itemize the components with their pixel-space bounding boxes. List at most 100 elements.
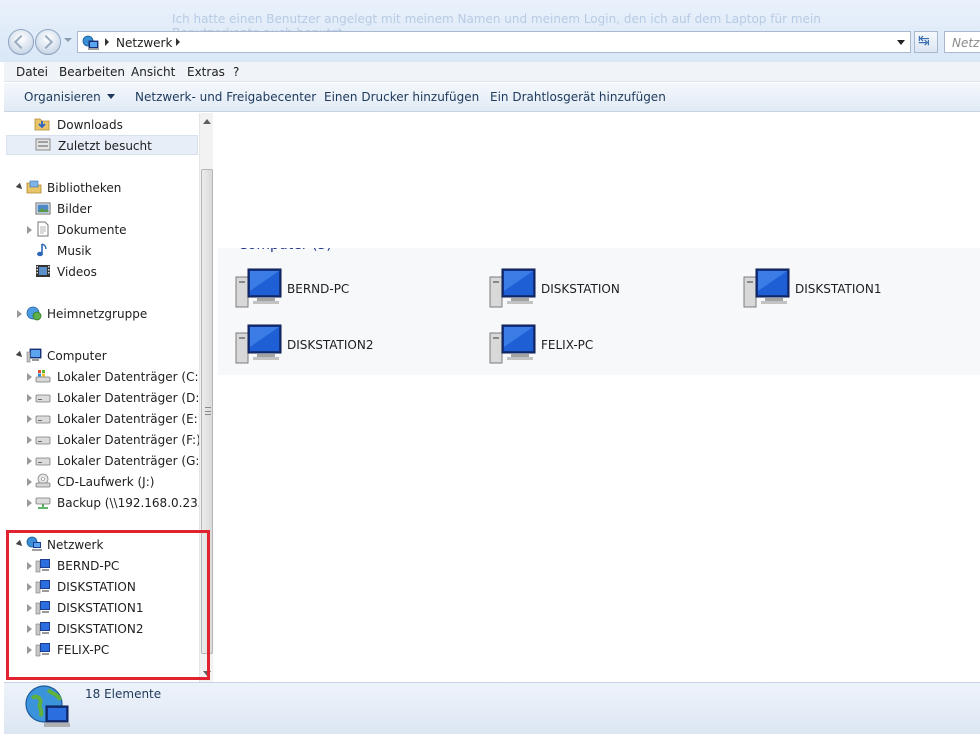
music-note-icon <box>37 243 47 257</box>
nav-item-homegroup[interactable]: Heimnetzgruppe <box>4 304 198 324</box>
forward-button[interactable] <box>35 29 61 55</box>
computer-tile-diskstation1[interactable]: DISKSTATION1 <box>743 267 963 311</box>
menu-datei[interactable]: Datei <box>16 65 48 79</box>
expand-arrow-icon[interactable] <box>27 373 32 381</box>
computer-icon <box>26 348 42 363</box>
content-area: Computer (5) BERND-PC DISKSTATION <box>214 113 980 682</box>
network-computer-icon <box>235 324 282 364</box>
grip-icon <box>205 407 211 415</box>
background-text-line-1: Ich hatte einen Benutzer angelegt mit me… <box>172 12 821 26</box>
expand-arrow-icon[interactable] <box>17 310 22 318</box>
expand-arrow-icon[interactable] <box>15 182 25 192</box>
computer-group-header[interactable]: Computer (5) <box>234 237 354 253</box>
nav-label-drive-e: Lokaler Datenträger (E:) <box>57 412 200 426</box>
network-computer-icon <box>489 268 536 308</box>
nav-item-computer[interactable]: Computer <box>4 346 198 366</box>
computer-tile-bernd-pc[interactable]: BERND-PC <box>235 267 455 311</box>
organize-label: Organisieren <box>24 90 101 104</box>
documents-icon <box>37 221 49 237</box>
nav-item-libraries[interactable]: Bibliotheken <box>4 178 198 198</box>
search-input[interactable]: Netzw <box>944 31 980 53</box>
nav-label-pictures: Bilder <box>57 202 92 216</box>
nav-item-cd-drive[interactable]: CD-Laufwerk (J:) <box>4 472 198 492</box>
nav-item-drive-f[interactable]: Lokaler Datenträger (F:) <box>4 430 200 450</box>
computer-label-diskstation: DISKSTATION <box>541 282 620 296</box>
hard-drive-icon <box>35 394 51 403</box>
nav-label-recent: Zuletzt besucht <box>58 139 152 153</box>
nav-label-documents: Dokumente <box>57 223 127 237</box>
breadcrumb-separator-icon[interactable] <box>176 38 180 46</box>
expand-arrow-icon[interactable] <box>27 457 32 465</box>
search-placeholder: Netzw <box>952 36 980 50</box>
videos-film-icon <box>36 265 50 277</box>
add-printer-button[interactable]: Einen Drucker hinzufügen <box>324 90 479 104</box>
nav-label-homegroup: Heimnetzgruppe <box>47 307 148 321</box>
network-center-button[interactable]: Netzwerk- und Freigabecenter <box>135 90 316 104</box>
expand-arrow-icon[interactable] <box>27 394 32 402</box>
group-header-mask <box>234 237 354 248</box>
nav-label-drive-c: Lokaler Datenträger (C:) <box>57 370 200 384</box>
computer-tile-felix-pc[interactable]: FELIX-PC <box>489 323 709 367</box>
organize-button[interactable]: Organisieren <box>24 90 115 104</box>
hard-drive-icon <box>35 415 51 424</box>
expand-arrow-icon[interactable] <box>27 499 32 507</box>
status-bar: 18 Elemente <box>4 682 980 734</box>
libraries-icon <box>26 180 42 194</box>
system-drive-icon <box>35 370 51 383</box>
pictures-icon <box>35 202 51 215</box>
nav-item-drive-g[interactable]: Lokaler Datenträger (G:) <box>4 451 200 471</box>
nav-label-drive-g: Lokaler Datenträger (G:) <box>57 454 200 468</box>
nav-label-cd-drive: CD-Laufwerk (J:) <box>57 475 155 489</box>
back-arrow-icon <box>13 34 29 50</box>
nav-label-backup-drive: Backup (\\192.168.0.233) (Z <box>57 496 200 510</box>
nav-item-backup-drive[interactable]: Backup (\\192.168.0.233) (Z <box>4 493 200 513</box>
menu-ansicht[interactable]: Ansicht <box>131 65 175 79</box>
breadcrumb-netzwerk[interactable]: Netzwerk <box>116 36 172 50</box>
nav-item-drive-e[interactable]: Lokaler Datenträger (E:) <box>4 409 200 429</box>
nav-label-drive-f: Lokaler Datenträger (F:) <box>57 433 200 447</box>
refresh-icon: ↹ <box>918 33 930 49</box>
add-wireless-device-button[interactable]: Ein Drahtlosgerät hinzufügen <box>490 90 666 104</box>
homegroup-icon <box>26 306 42 321</box>
expand-arrow-icon[interactable] <box>27 478 32 486</box>
nav-item-recent[interactable]: Zuletzt besucht <box>6 135 198 155</box>
network-computer-icon <box>743 268 790 308</box>
computer-label-diskstation1: DISKSTATION1 <box>795 282 882 296</box>
nav-label-computer: Computer <box>47 349 107 363</box>
cd-drive-icon <box>35 473 51 488</box>
nav-label-videos: Videos <box>57 265 97 279</box>
highlight-box <box>6 530 210 680</box>
scroll-up-icon[interactable] <box>203 119 211 124</box>
computer-label-felix-pc: FELIX-PC <box>541 338 594 352</box>
menu-help[interactable]: ? <box>233 65 239 79</box>
recent-pages-dropdown[interactable] <box>64 38 72 42</box>
expand-arrow-icon[interactable] <box>15 350 25 360</box>
computer-tile-diskstation2[interactable]: DISKSTATION2 <box>235 323 455 367</box>
menu-bearbeiten[interactable]: Bearbeiten <box>59 65 125 79</box>
expand-arrow-icon[interactable] <box>27 226 32 234</box>
breadcrumb-separator-icon[interactable] <box>105 38 109 46</box>
refresh-button[interactable]: ↹ <box>914 31 938 53</box>
recent-places-icon <box>35 138 51 151</box>
nav-item-downloads[interactable]: Downloads <box>4 115 198 135</box>
nav-item-documents[interactable]: Dokumente <box>4 220 198 240</box>
nav-item-drive-c[interactable]: Lokaler Datenträger (C:) <box>4 367 200 387</box>
back-button[interactable] <box>8 29 34 55</box>
forward-arrow-icon <box>38 34 54 50</box>
computer-label-diskstation2: DISKSTATION2 <box>287 338 374 352</box>
nav-item-drive-d[interactable]: Lokaler Datenträger (D:) <box>4 388 200 408</box>
computer-tile-diskstation[interactable]: DISKSTATION <box>489 267 709 311</box>
nav-item-pictures[interactable]: Bilder <box>4 199 198 219</box>
nav-item-videos[interactable]: Videos <box>4 262 198 282</box>
address-dropdown-icon[interactable] <box>897 40 905 45</box>
nav-label-drive-d: Lokaler Datenträger (D:) <box>57 391 200 405</box>
nav-item-music[interactable]: Musik <box>4 241 198 261</box>
expand-arrow-icon[interactable] <box>27 415 32 423</box>
network-computer-icon <box>489 324 536 364</box>
hard-drive-icon <box>35 457 51 466</box>
network-computer-icon <box>235 268 282 308</box>
menu-extras[interactable]: Extras <box>187 65 225 79</box>
computer-label-bernd-pc: BERND-PC <box>287 282 350 296</box>
address-box[interactable]: Netzwerk <box>77 31 911 53</box>
expand-arrow-icon[interactable] <box>27 436 32 444</box>
